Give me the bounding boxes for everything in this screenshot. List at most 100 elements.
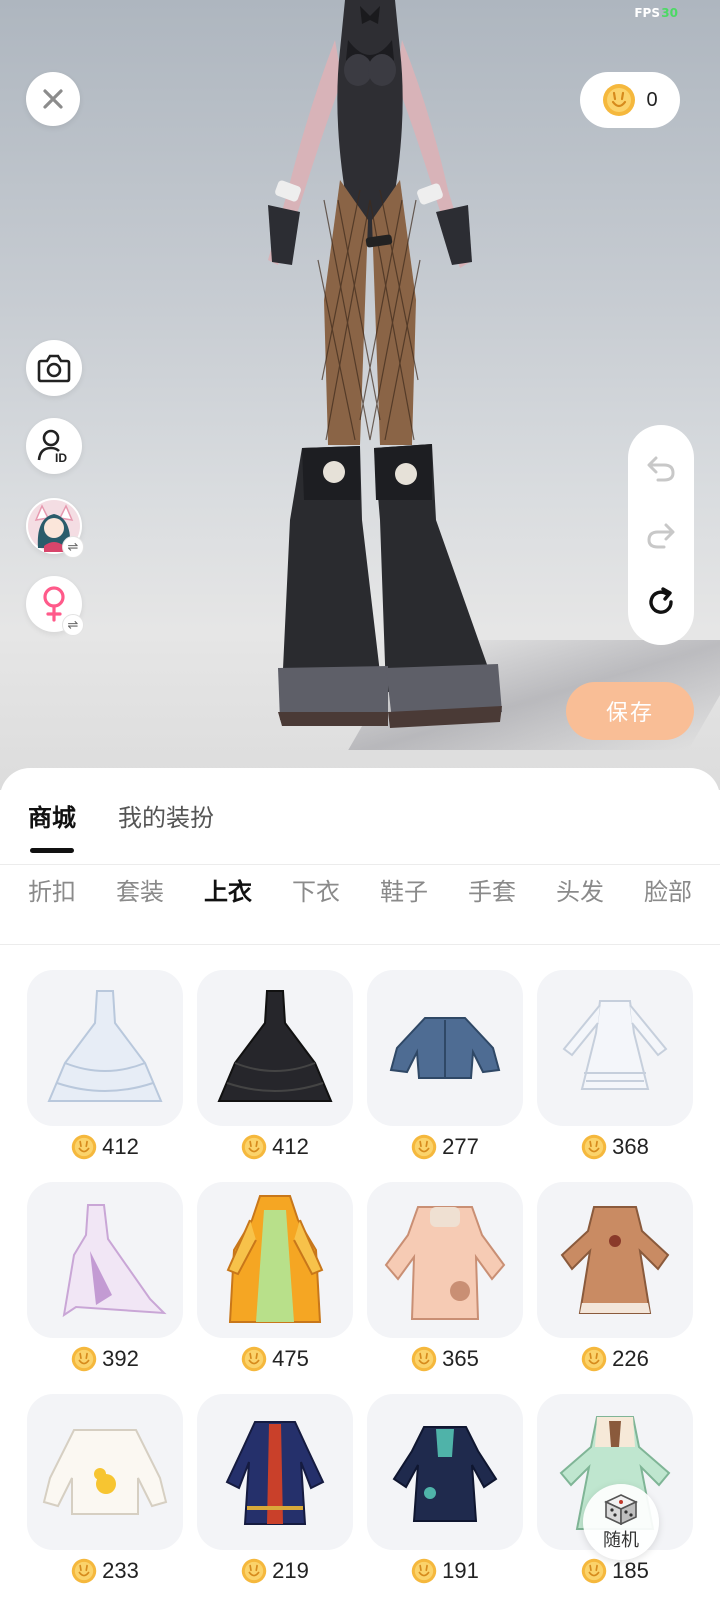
item-price-value: 368: [612, 1134, 649, 1159]
item-price-value: 365: [442, 1346, 479, 1371]
item-price: 368: [537, 1132, 693, 1162]
coin-icon: [411, 1346, 437, 1372]
category-tab-hair[interactable]: 头发: [556, 872, 604, 907]
redo-icon: [647, 523, 675, 549]
close-icon: [43, 89, 63, 109]
item-thumbnail: [197, 970, 353, 1126]
item-price-value: 219: [272, 1558, 309, 1583]
category-tab-face[interactable]: 脸部: [644, 872, 692, 907]
item-thumbnail: [537, 1182, 693, 1338]
random-outfit-button[interactable]: 随机: [583, 1484, 659, 1560]
item-price: 392: [27, 1344, 183, 1374]
avatar-switch-button[interactable]: ⇌: [26, 498, 84, 558]
category-tab-shoes[interactable]: 鞋子: [380, 872, 428, 907]
shop-item[interactable]: 412: [197, 970, 353, 1160]
coin-icon: [241, 1346, 267, 1372]
item-price-value: 412: [102, 1134, 139, 1159]
camera-icon: [37, 354, 71, 383]
shop-sheet: 商城 我的装扮 折扣 套装 上衣 下衣 鞋子 手套 头发 脸部 412 412 …: [0, 768, 720, 1600]
item-grid: 412 412 277 368 392 475 365 226 233 219 …: [27, 970, 695, 1584]
item-thumbnail: [197, 1394, 353, 1550]
dice-icon: [604, 1493, 638, 1525]
category-tab-bottoms[interactable]: 下衣: [292, 872, 340, 907]
item-thumbnail: [367, 970, 523, 1126]
divider: [0, 864, 720, 865]
shop-item[interactable]: 475: [197, 1182, 353, 1372]
swap-icon: ⇌: [62, 614, 84, 636]
svg-text:ID: ID: [55, 451, 67, 464]
coin-icon: [241, 1558, 267, 1584]
profile-id-button[interactable]: ID: [26, 418, 82, 474]
avatar-preview-scene[interactable]: FPS 30 0 ID ⇌ ⇌ 保存: [0, 0, 720, 790]
item-price: 277: [367, 1132, 523, 1162]
swap-icon: ⇌: [62, 536, 84, 558]
shop-item[interactable]: 233: [27, 1394, 183, 1584]
close-button[interactable]: [26, 72, 80, 126]
avatar-model[interactable]: [220, 0, 520, 740]
camera-button[interactable]: [26, 340, 82, 396]
item-price: 475: [197, 1344, 353, 1374]
item-price-value: 226: [612, 1346, 649, 1371]
redo-button[interactable]: [639, 513, 683, 557]
item-price-value: 185: [612, 1558, 649, 1583]
shop-item[interactable]: 226: [537, 1182, 693, 1372]
item-thumbnail: [27, 970, 183, 1126]
item-price-value: 191: [442, 1558, 479, 1583]
item-price: 412: [27, 1132, 183, 1162]
fps-label: FPS: [634, 6, 660, 20]
shop-item[interactable]: 277: [367, 970, 523, 1160]
coin-icon: [411, 1558, 437, 1584]
item-thumbnail: [367, 1394, 523, 1550]
tab-shop[interactable]: 商城: [28, 798, 76, 853]
divider: [0, 944, 720, 945]
coin-icon: [603, 84, 636, 116]
random-label: 随机: [603, 1529, 639, 1550]
undo-icon: [647, 456, 675, 482]
tab-my-outfits[interactable]: 我的装扮: [118, 798, 214, 853]
coin-icon: [71, 1558, 97, 1584]
item-thumbnail: [197, 1182, 353, 1338]
save-button[interactable]: 保存: [566, 682, 694, 740]
coin-icon: [581, 1558, 607, 1584]
item-thumbnail: [367, 1182, 523, 1338]
item-price: 412: [197, 1132, 353, 1162]
edit-history-panel: [628, 425, 694, 645]
item-thumbnail: [27, 1394, 183, 1550]
coin-count: 0: [646, 88, 658, 111]
item-price-value: 233: [102, 1558, 139, 1583]
category-tab-tops[interactable]: 上衣: [204, 872, 252, 907]
coin-icon: [411, 1134, 437, 1160]
coin-balance[interactable]: 0: [580, 72, 680, 128]
item-thumbnail: [537, 970, 693, 1126]
coin-icon: [71, 1346, 97, 1372]
category-tab-suits[interactable]: 套装: [116, 872, 164, 907]
category-tab-discount[interactable]: 折扣: [28, 872, 76, 907]
shop-item[interactable]: 219: [197, 1394, 353, 1584]
coin-icon: [581, 1346, 607, 1372]
shop-item[interactable]: 392: [27, 1182, 183, 1372]
item-price-value: 412: [272, 1134, 309, 1159]
item-price-value: 475: [272, 1346, 309, 1371]
item-price: 226: [537, 1344, 693, 1374]
shop-item[interactable]: 191: [367, 1394, 523, 1584]
shop-item[interactable]: 412: [27, 970, 183, 1160]
item-price: 365: [367, 1344, 523, 1374]
item-price: 191: [367, 1556, 523, 1586]
gender-switch-button[interactable]: ⇌: [26, 576, 84, 636]
reset-button[interactable]: [639, 580, 683, 624]
shop-item[interactable]: 368: [537, 970, 693, 1160]
item-price-value: 277: [442, 1134, 479, 1159]
undo-button[interactable]: [639, 446, 683, 490]
category-tab-gloves[interactable]: 手套: [468, 872, 516, 907]
coin-icon: [71, 1134, 97, 1160]
main-tabs: 商城 我的装扮: [28, 798, 214, 853]
coin-icon: [241, 1134, 267, 1160]
fps-value: 30: [661, 6, 678, 20]
item-price: 219: [197, 1556, 353, 1586]
item-thumbnail: [27, 1182, 183, 1338]
coin-icon: [581, 1134, 607, 1160]
user-id-icon: ID: [37, 429, 67, 464]
shop-item[interactable]: 365: [367, 1182, 523, 1372]
item-price-value: 392: [102, 1346, 139, 1371]
category-tabs: 折扣 套装 上衣 下衣 鞋子 手套 头发 脸部: [28, 872, 692, 907]
